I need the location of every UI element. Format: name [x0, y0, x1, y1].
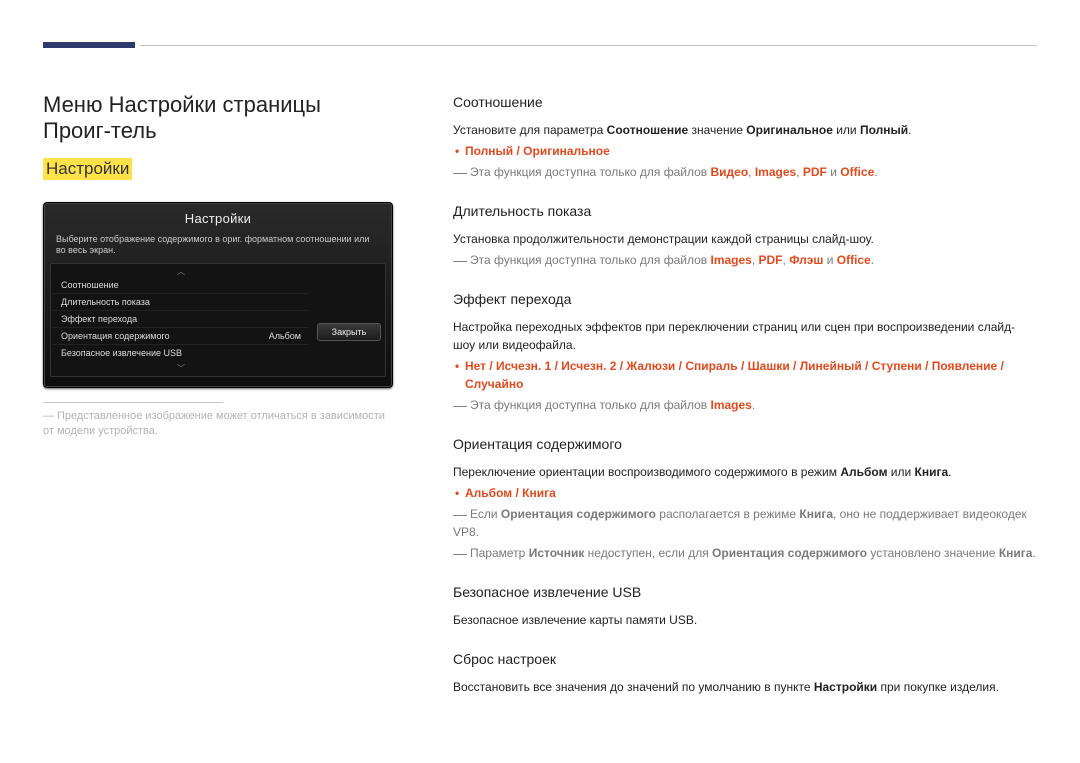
- section-title: Сброс настроек: [453, 649, 1037, 670]
- close-button[interactable]: Закрыть: [317, 323, 381, 341]
- section-desc: Установка продолжительности демонстрации…: [453, 230, 1037, 248]
- osd-item-usb[interactable]: Безопасное извлечение USB: [53, 345, 309, 361]
- section-transition: Эффект перехода Настройка переходных эфф…: [453, 289, 1037, 414]
- dash-icon: ―: [453, 545, 467, 561]
- section-orientation: Ориентация содержимого Переключение орие…: [453, 434, 1037, 562]
- section-title: Длительность показа: [453, 201, 1037, 222]
- dash-icon: ―: [453, 164, 467, 180]
- left-column: Меню Настройки страницы Проиг-тель Настр…: [43, 92, 393, 716]
- section-usb: Безопасное извлечение USB Безопасное изв…: [453, 582, 1037, 629]
- section-desc: Переключение ориентации воспроизводимого…: [453, 463, 1037, 481]
- osd-body: ︿ Соотношение Длительность показа Эффект…: [50, 263, 386, 377]
- osd-item-transition[interactable]: Эффект перехода: [53, 311, 309, 328]
- right-column: Соотношение Установите для параметра Соо…: [453, 92, 1037, 716]
- chevron-down-icon[interactable]: ﹀: [53, 363, 309, 374]
- section-note: ―Эта функция доступна только для файлов …: [453, 163, 1037, 181]
- dash-icon: ―: [453, 506, 467, 522]
- osd-item-label: Ориентация содержимого: [61, 331, 170, 341]
- osd-item-value: Альбом: [269, 331, 301, 341]
- osd-item-ratio[interactable]: Соотношение: [53, 277, 309, 294]
- option-list: Альбом / Книга: [453, 484, 1037, 502]
- osd-item-label: Соотношение: [61, 280, 119, 290]
- header-rule: [43, 20, 1037, 70]
- option-list: Полный / Оригинальное: [453, 142, 1037, 160]
- section-desc: Безопасное извлечение карты памяти USB.: [453, 611, 1037, 629]
- dash-icon: ―: [43, 410, 54, 422]
- section-reset: Сброс настроек Восстановить все значения…: [453, 649, 1037, 696]
- header-accent: [43, 42, 135, 48]
- osd-item-orientation[interactable]: Ориентация содержимого Альбом: [53, 328, 309, 345]
- section-duration: Длительность показа Установка продолжите…: [453, 201, 1037, 269]
- osd-description: Выберите отображение содержимого в ориг.…: [50, 232, 386, 263]
- dash-icon: ―: [453, 397, 467, 413]
- section-title: Соотношение: [453, 92, 1037, 113]
- caption-rule: [43, 402, 223, 403]
- osd-title: Настройки: [50, 209, 386, 232]
- osd-item-label: Длительность показа: [61, 297, 150, 307]
- main-layout: Меню Настройки страницы Проиг-тель Настр…: [43, 92, 1037, 716]
- header-divider: [140, 45, 1037, 46]
- section-title: Безопасное извлечение USB: [453, 582, 1037, 603]
- page: Меню Настройки страницы Проиг-тель Настр…: [0, 0, 1080, 763]
- image-disclaimer: ―Представленное изображение может отлича…: [43, 409, 393, 440]
- section-title: Эффект перехода: [453, 289, 1037, 310]
- section-desc: Восстановить все значения до значений по…: [453, 678, 1037, 696]
- section-note: ―Эта функция доступна только для файлов …: [453, 396, 1037, 414]
- osd-panel: Настройки Выберите отображение содержимо…: [43, 202, 393, 388]
- section-desc: Установите для параметра Соотношение зна…: [453, 121, 1037, 139]
- section-desc: Настройка переходных эффектов при перекл…: [453, 318, 1037, 354]
- settings-subtitle: Настройки: [43, 158, 132, 180]
- section-note: ―Параметр Источник недоступен, если для …: [453, 544, 1037, 562]
- section-title: Ориентация содержимого: [453, 434, 1037, 455]
- osd-list: ︿ Соотношение Длительность показа Эффект…: [53, 266, 309, 374]
- section-note: ―Если Ориентация содержимого располагает…: [453, 505, 1037, 541]
- osd-item-duration[interactable]: Длительность показа: [53, 294, 309, 311]
- disclaimer-text: Представленное изображение может отличат…: [43, 410, 385, 437]
- osd-side: Закрыть: [315, 266, 383, 374]
- option-list: Нет / Исчезн. 1 / Исчезн. 2 / Жалюзи / С…: [453, 357, 1037, 393]
- osd-item-label: Безопасное извлечение USB: [61, 348, 182, 358]
- section-note: ―Эта функция доступна только для файлов …: [453, 251, 1037, 269]
- section-ratio: Соотношение Установите для параметра Соо…: [453, 92, 1037, 181]
- page-title: Меню Настройки страницы Проиг-тель: [43, 92, 393, 144]
- dash-icon: ―: [453, 252, 467, 268]
- osd-item-label: Эффект перехода: [61, 314, 137, 324]
- chevron-up-icon[interactable]: ︿: [53, 266, 309, 277]
